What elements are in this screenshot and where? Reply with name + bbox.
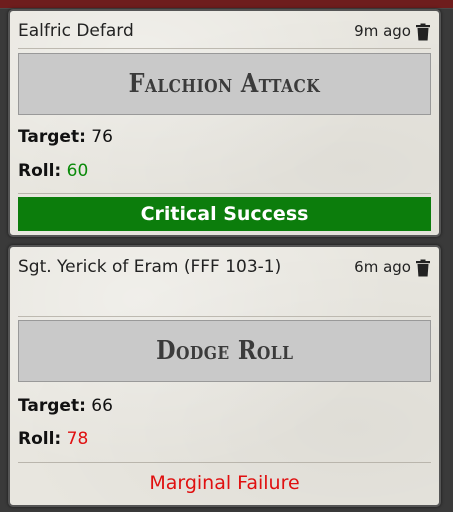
message-timestamp: 6m ago [354,258,411,276]
result-divider [18,462,431,463]
roll-value: 60 [66,161,89,181]
result-text: Marginal Failure [149,472,300,494]
trash-icon[interactable] [415,258,431,277]
target-value: 66 [91,396,113,416]
roll-title-box[interactable]: Falchion Attack [18,53,431,115]
roll-label: Roll: [18,429,62,449]
chat-log[interactable]: Ealfric Defard 9m ago Falchion Attack Ta… [0,0,453,512]
message-sender[interactable]: Sgt. Yerick of Eram (FFF 103-1) [18,253,281,281]
result-divider [18,193,431,194]
roll-title-box[interactable]: Dodge Roll [18,320,431,382]
message-timestamp: 9m ago [354,22,411,40]
roll-title: Falchion Attack [128,69,321,99]
chat-message: Ealfric Defard 9m ago Falchion Attack Ta… [8,9,441,237]
target-label: Target: [18,396,86,416]
target-line: Target: 66 [18,396,113,416]
message-header: Ealfric Defard 9m ago [18,17,431,45]
message-metadata: 6m ago [354,253,431,281]
message-metadata: 9m ago [354,17,431,45]
trash-icon[interactable] [415,22,431,41]
roll-line: Roll: 78 [18,429,88,449]
target-value: 76 [91,127,113,147]
roll-title: Dodge Roll [155,336,294,366]
message-header: Sgt. Yerick of Eram (FFF 103-1) 6m ago [18,253,431,281]
roll-label: Roll: [18,161,62,181]
message-sender[interactable]: Ealfric Defard [18,17,134,45]
header-divider [18,316,431,317]
chat-message: Sgt. Yerick of Eram (FFF 103-1) 6m ago D… [8,245,441,507]
previous-message-edge [0,0,453,9]
target-label: Target: [18,127,86,147]
target-line: Target: 76 [18,127,113,147]
result-banner: Critical Success [18,197,431,231]
roll-line: Roll: 60 [18,161,88,181]
header-divider [18,48,431,49]
roll-value: 78 [66,429,89,449]
